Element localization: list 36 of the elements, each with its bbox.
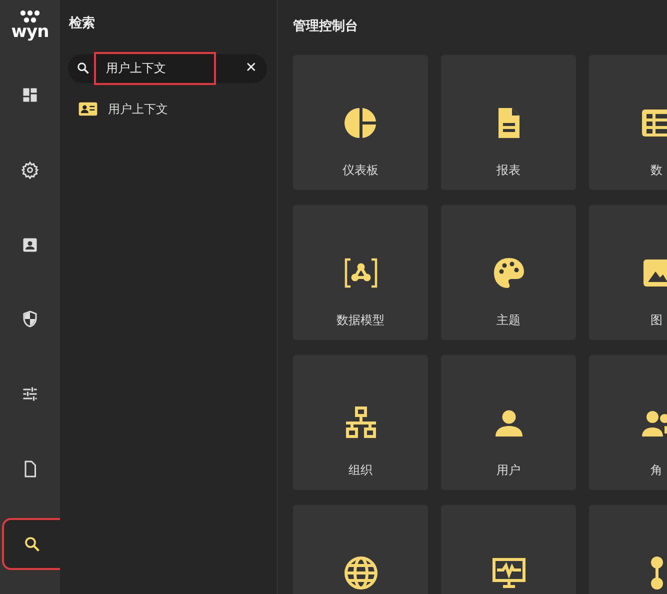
tile-label: 用户 — [496, 462, 520, 478]
dashboard-icon — [21, 86, 39, 104]
settings-icon — [21, 160, 39, 179]
console-tile[interactable]: 数 — [589, 54, 667, 190]
tile-label: 仪表板 — [342, 162, 378, 178]
user-card-icon — [78, 100, 98, 116]
console-tile[interactable]: 主题 — [441, 204, 576, 340]
search-result-link[interactable]: 用户上下文 — [108, 100, 168, 118]
console-tile[interactable]: 报表 — [441, 54, 576, 190]
search-input[interactable]: 用户上下文 — [96, 54, 214, 82]
tile-label: 数 — [650, 162, 662, 178]
logo-dots-icon — [19, 10, 41, 24]
panel-title: 检索 — [69, 14, 96, 33]
console-tile[interactable]: 组织 — [293, 354, 428, 490]
clear-button[interactable]: ✕ — [241, 58, 261, 78]
sliders-icon — [21, 385, 39, 404]
page-title: 管理控制台 — [293, 18, 359, 36]
tile-label: 报表 — [496, 162, 520, 178]
tile-label: 角 — [650, 462, 662, 478]
nav-search-button[interactable] — [3, 519, 61, 569]
console-tile[interactable]: 数据模型 — [293, 204, 428, 340]
logo-text: wyn — [11, 24, 49, 40]
tile-label: 主题 — [496, 312, 520, 328]
console-tile[interactable]: 用户 — [441, 354, 576, 490]
contact-card-icon — [21, 236, 39, 254]
search-field[interactable]: 用户上下文 ✕ — [68, 54, 267, 82]
globe-icon — [342, 554, 378, 590]
console-tile[interactable]: 角 — [589, 354, 667, 490]
tile-label: 数据模型 — [336, 312, 384, 328]
search-icon — [76, 61, 90, 75]
console-tile[interactable]: 图 — [589, 204, 667, 340]
console-tile[interactable]: 仪表板 — [293, 54, 428, 190]
tile-label: 组织 — [348, 462, 372, 478]
shield-icon — [21, 310, 39, 328]
search-icon — [23, 535, 41, 554]
tile-label: 图 — [650, 312, 662, 328]
